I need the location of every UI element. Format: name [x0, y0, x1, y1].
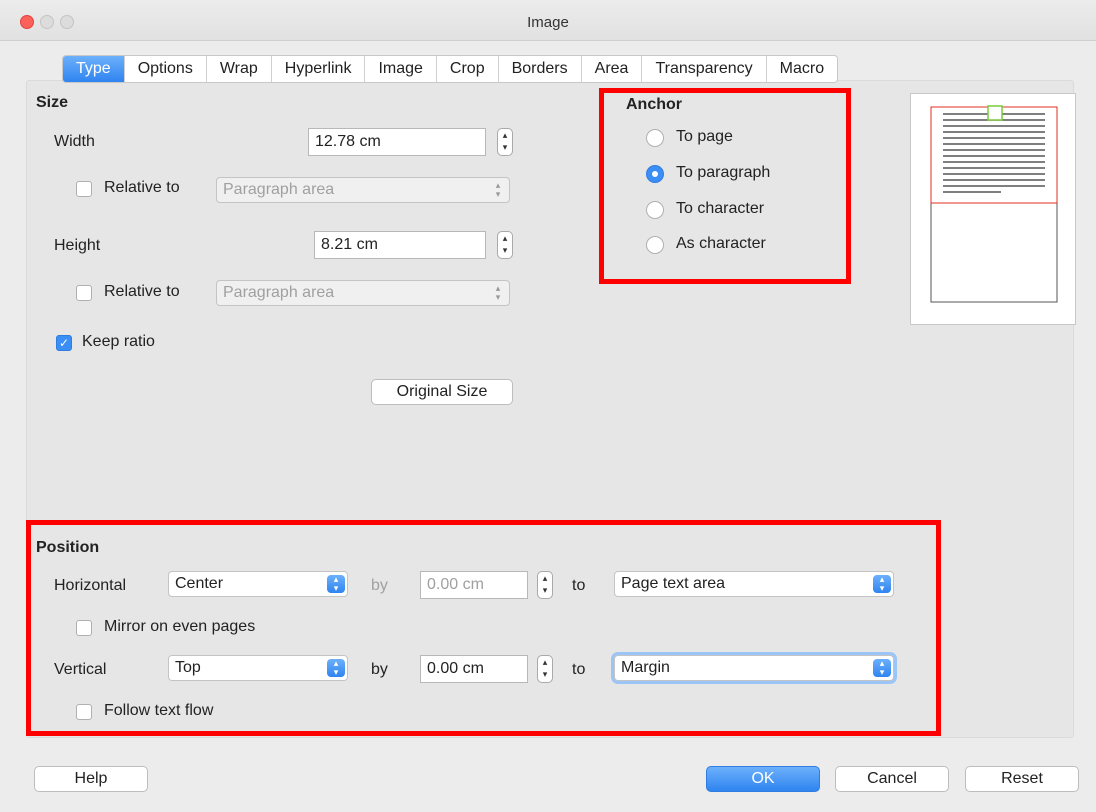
vertical-label: Vertical: [54, 661, 107, 678]
position-heading: Position: [36, 539, 100, 556]
preview-image-marker: [987, 105, 1003, 121]
select-arrows-icon: ▴ ▾: [327, 575, 345, 593]
tab-area[interactable]: Area: [581, 56, 643, 82]
select-arrows-icon: ▴ ▾: [873, 575, 891, 593]
tab-crop[interactable]: Crop: [436, 56, 499, 82]
relative-width-checkbox[interactable]: [76, 181, 92, 197]
relative-width-select[interactable]: Paragraph area ▴ ▾: [216, 177, 510, 203]
horizontal-by-label: by: [371, 577, 388, 594]
tab-options[interactable]: Options: [124, 56, 207, 82]
vertical-to-select[interactable]: Margin ▴ ▾: [614, 655, 894, 681]
horizontal-to-label: to: [572, 577, 586, 594]
follow-text-flow-label: Follow text flow: [104, 702, 214, 719]
anchor-to-paragraph-radio[interactable]: [646, 165, 664, 183]
anchor-to-character-radio[interactable]: [646, 201, 664, 219]
anchor-heading: Anchor: [626, 96, 682, 113]
title-bar: Image: [0, 0, 1096, 41]
keep-ratio-checkbox[interactable]: ✓: [56, 335, 72, 351]
tab-type[interactable]: Type: [63, 56, 125, 82]
preview-page: [930, 106, 1058, 303]
preview-area: [910, 93, 1076, 325]
cancel-button[interactable]: Cancel: [835, 766, 949, 792]
tab-borders[interactable]: Borders: [498, 56, 582, 82]
select-arrows-icon: ▴ ▾: [327, 659, 345, 677]
height-label: Height: [54, 237, 101, 254]
window-title: Image: [527, 14, 569, 31]
select-arrows-icon: ▴ ▾: [495, 180, 501, 199]
anchor-as-character-radio[interactable]: [646, 236, 664, 254]
anchor-highlight-box: [599, 88, 851, 284]
tab-wrap[interactable]: Wrap: [206, 56, 272, 82]
relative-height-label: Relative to: [104, 283, 180, 300]
horizontal-by-field[interactable]: 0.00 cm: [420, 571, 528, 599]
relative-width-select-value: Paragraph area: [223, 181, 335, 198]
reset-button[interactable]: Reset: [965, 766, 1079, 792]
ok-button[interactable]: OK: [706, 766, 820, 792]
horizontal-select[interactable]: Center ▴ ▾: [168, 571, 348, 597]
vertical-to-label: to: [572, 661, 586, 678]
relative-height-checkbox[interactable]: [76, 285, 92, 301]
page-preview-graphic: [930, 105, 1058, 303]
horizontal-to-select[interactable]: Page text area ▴ ▾: [614, 571, 894, 597]
keep-ratio-label: Keep ratio: [82, 333, 155, 350]
horizontal-label: Horizontal: [54, 577, 127, 594]
horizontal-to-select-value: Page text area: [621, 575, 726, 592]
original-size-button[interactable]: Original Size: [371, 379, 513, 405]
vertical-select-value: Top: [175, 659, 201, 676]
anchor-as-character-label: As character: [676, 235, 766, 252]
vertical-by-label: by: [371, 661, 388, 678]
width-stepper[interactable]: ▴ ▾: [497, 128, 513, 156]
vertical-by-stepper[interactable]: ▴ ▾: [537, 655, 553, 683]
anchor-to-page-label: To page: [676, 128, 733, 145]
tab-macro[interactable]: Macro: [766, 56, 838, 82]
anchor-to-character-label: To character: [676, 200, 765, 217]
tab-image[interactable]: Image: [365, 56, 437, 82]
width-label: Width: [54, 133, 95, 150]
relative-height-select[interactable]: Paragraph area ▴ ▾: [216, 280, 510, 306]
anchor-to-page-radio[interactable]: [646, 129, 664, 147]
height-field[interactable]: 8.21 cm: [314, 231, 486, 259]
tab-hyperlink[interactable]: Hyperlink: [271, 56, 366, 82]
vertical-to-select-value: Margin: [621, 659, 670, 676]
width-field[interactable]: 12.78 cm: [308, 128, 486, 156]
mirror-even-pages-label: Mirror on even pages: [104, 618, 256, 635]
vertical-by-field[interactable]: 0.00 cm: [420, 655, 528, 683]
mirror-even-pages-checkbox[interactable]: [76, 620, 92, 636]
relative-width-label: Relative to: [104, 179, 180, 196]
size-heading: Size: [36, 94, 69, 111]
tab-bar: Type Options Wrap Hyperlink Image Crop B…: [62, 55, 839, 83]
help-button[interactable]: Help: [34, 766, 148, 792]
horizontal-select-value: Center: [175, 575, 224, 592]
tab-transparency[interactable]: Transparency: [642, 56, 767, 82]
relative-height-select-value: Paragraph area: [223, 284, 335, 301]
vertical-select[interactable]: Top ▴ ▾: [168, 655, 348, 681]
height-stepper[interactable]: ▴ ▾: [497, 231, 513, 259]
horizontal-by-stepper[interactable]: ▴ ▾: [537, 571, 553, 599]
follow-text-flow-checkbox[interactable]: [76, 704, 92, 720]
anchor-to-paragraph-label: To paragraph: [676, 164, 771, 181]
select-arrows-icon: ▴ ▾: [495, 283, 501, 302]
select-arrows-icon: ▴ ▾: [873, 659, 891, 677]
